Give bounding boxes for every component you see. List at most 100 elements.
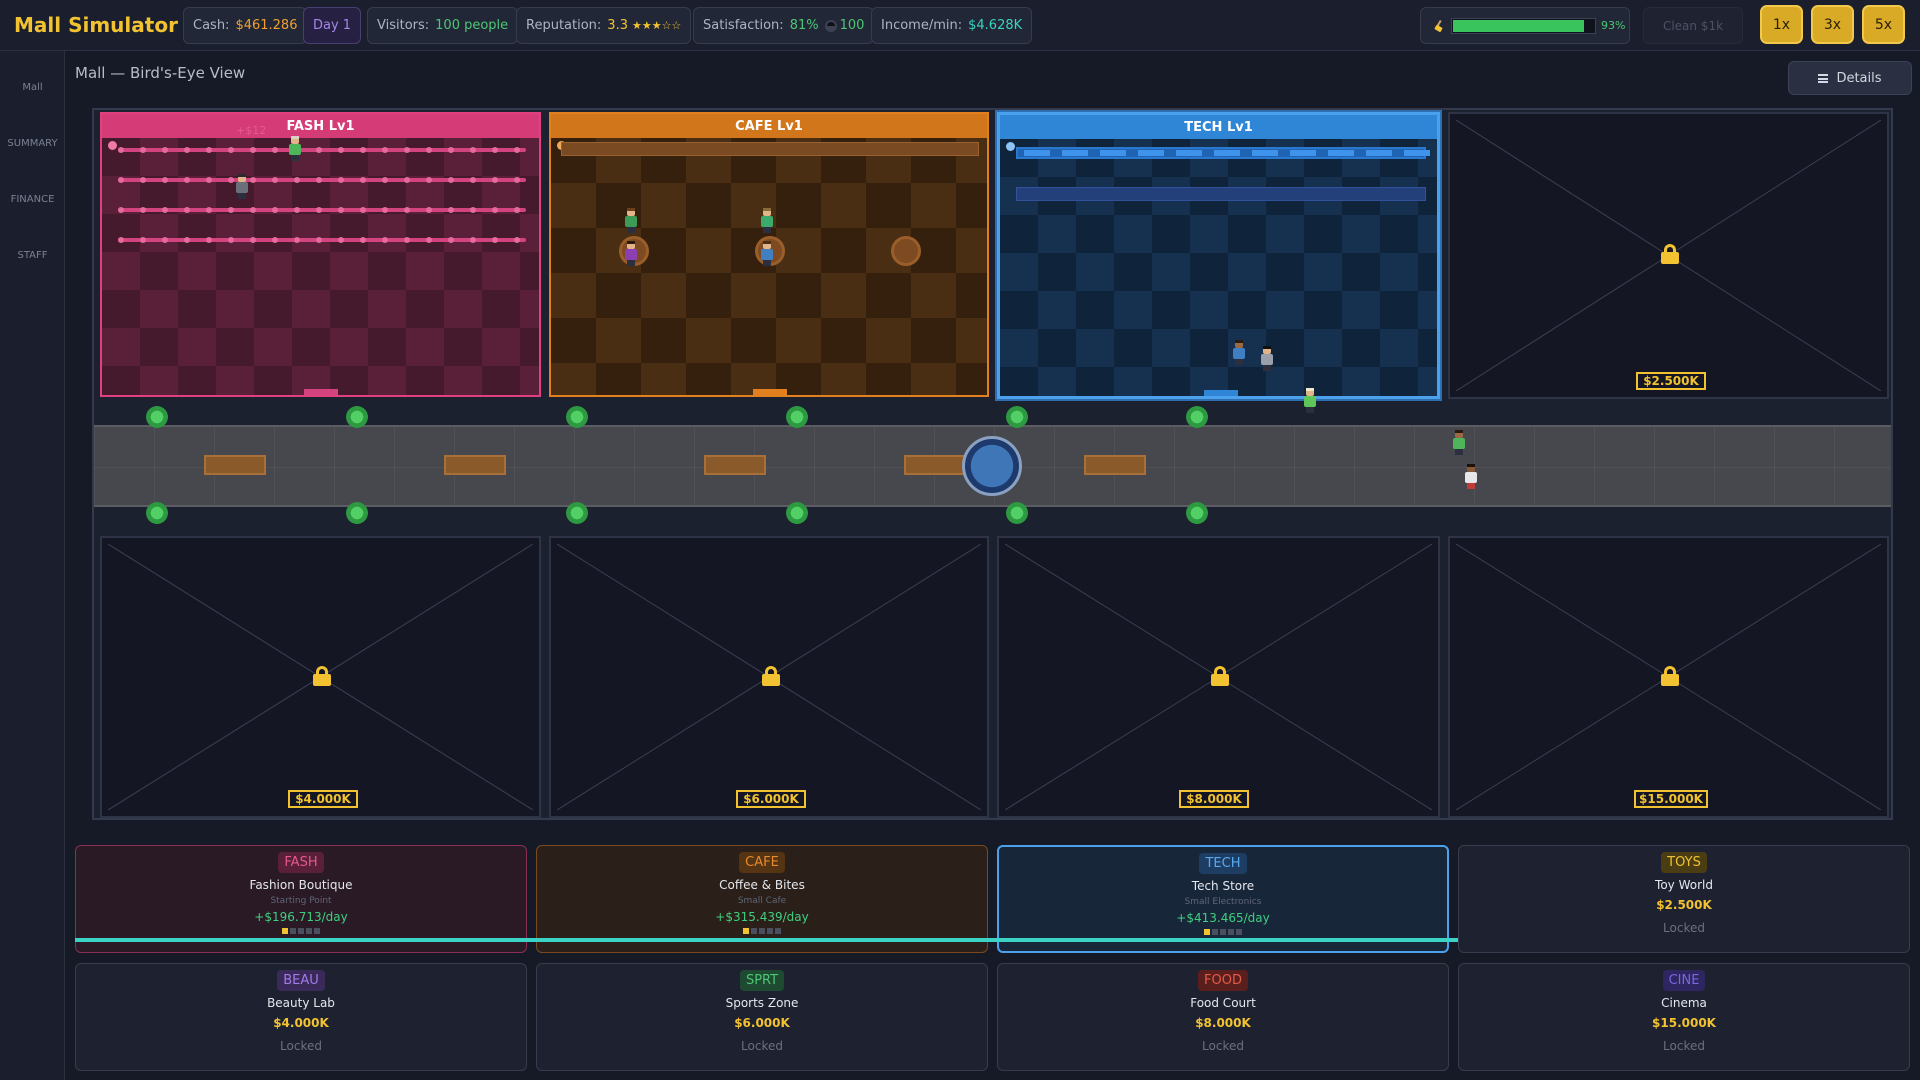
store-floor [102, 138, 539, 395]
store-cost: $6.000K [734, 1016, 790, 1030]
store-floor [1000, 139, 1437, 396]
store-card-food[interactable]: FOOD Food Court $8.000K Locked [997, 963, 1449, 1071]
store-fashion[interactable]: FASH Lv1 +$12 [100, 112, 541, 397]
store-card-cafe[interactable]: CAFE Coffee & Bites Small Cafe +$315.439… [536, 845, 988, 953]
store-header-fashion: FASH Lv1 [102, 114, 539, 138]
store-cost: $15.000K [1652, 1016, 1716, 1030]
rack-hanger [316, 177, 322, 183]
store-card-beauty[interactable]: BEAU Beauty Lab $4.000K Locked [75, 963, 527, 1071]
bench [1084, 455, 1146, 475]
bench [204, 455, 266, 475]
app-title: Mall Simulator [14, 13, 178, 37]
rack-hanger [162, 237, 168, 243]
level-pip [314, 928, 320, 934]
locked-lot-cinema[interactable]: $15.000K [1448, 536, 1889, 818]
level-pips [76, 928, 526, 934]
rack-hanger [272, 147, 278, 153]
level-pip [743, 928, 749, 934]
locked-lot-toys[interactable]: $2.500K [1448, 112, 1889, 399]
rack-hanger [382, 207, 388, 213]
reputation-value: 3.3 [607, 18, 628, 33]
rack-hanger [470, 207, 476, 213]
store-tech[interactable]: TECH Lv1 [997, 112, 1440, 399]
rack-hanger [448, 237, 454, 243]
rack-hanger [162, 177, 168, 183]
store-card-toys[interactable]: TOYS Toy World $2.500K Locked [1458, 845, 1910, 953]
rack-hanger [118, 147, 124, 153]
store-code-badge: TECH [1199, 853, 1247, 874]
rack-hanger [382, 147, 388, 153]
rack-hanger [404, 207, 410, 213]
store-code-badge: SPRT [739, 970, 785, 991]
level-pip [759, 928, 765, 934]
store-cost: $8.000K [1195, 1016, 1251, 1030]
speed-1x-button[interactable]: 1x [1760, 5, 1803, 44]
income-popup: +$12 [236, 124, 267, 137]
store-cards-progress-line [75, 938, 1458, 942]
rack-hanger [228, 177, 234, 183]
rack-hanger [250, 237, 256, 243]
store-card-sports[interactable]: SPRT Sports Zone $6.000K Locked [536, 963, 988, 1071]
store-code-badge: TOYS [1661, 852, 1707, 873]
visitor-sprite [1303, 388, 1317, 414]
rack-hanger [206, 177, 212, 183]
rack-hanger [140, 207, 146, 213]
cleanliness-percent: 93% [1601, 19, 1626, 32]
rack-hanger [294, 237, 300, 243]
visitor-sprite [288, 136, 302, 162]
rack-hanger [250, 207, 256, 213]
tech-product [1366, 150, 1392, 156]
clothing-rack [118, 147, 526, 153]
plant [346, 502, 368, 524]
store-name: Food Court [1190, 996, 1256, 1010]
store-card-fashion[interactable]: FASH Fashion Boutique Starting Point +$1… [75, 845, 527, 953]
sidebar: Mall SUMMARY FINANCE STAFF [0, 51, 65, 1080]
store-state: Locked [280, 1039, 322, 1053]
plant [146, 502, 168, 524]
store-income: +$315.439/day [715, 910, 809, 924]
sidebar-item-staff[interactable]: STAFF [0, 250, 65, 261]
visitor-sprite [624, 208, 638, 234]
rack-hanger [206, 207, 212, 213]
rack-hanger [514, 177, 520, 183]
rack-hanger [140, 177, 146, 183]
speed-5x-button[interactable]: 5x [1862, 5, 1905, 44]
sidebar-item-mall[interactable]: Mall [0, 82, 65, 93]
store-code-badge: CAFE [739, 852, 785, 873]
rack-hanger [338, 147, 344, 153]
visitors-value: 100 people [435, 18, 509, 33]
level-pip [290, 928, 296, 934]
rack-hanger [448, 177, 454, 183]
tech-product [1024, 150, 1050, 156]
visitor-sprite [1452, 430, 1466, 456]
level-pip [1220, 929, 1226, 935]
broom-icon [1435, 20, 1443, 32]
sidebar-item-summary[interactable]: SUMMARY [0, 138, 65, 149]
locked-lot-beauty[interactable]: $4.000K [100, 536, 541, 818]
tech-product [1290, 150, 1316, 156]
details-button[interactable]: Details [1788, 61, 1912, 95]
level-pip [1212, 929, 1218, 935]
level-pip [767, 928, 773, 934]
locked-lot-sports[interactable]: $6.000K [549, 536, 989, 818]
store-card-tech[interactable]: TECH Tech Store Small Electronics +$413.… [997, 845, 1449, 953]
level-pip [1228, 929, 1234, 935]
store-state: Locked [1663, 1039, 1705, 1053]
tech-shelf [1016, 147, 1430, 159]
store-card-cinema[interactable]: CINE Cinema $15.000K Locked [1458, 963, 1910, 1071]
sidebar-item-finance[interactable]: FINANCE [0, 194, 65, 205]
rack-hanger [382, 237, 388, 243]
clean-button[interactable]: Clean $1k [1643, 7, 1743, 44]
rack-hanger [448, 207, 454, 213]
tech-product [1138, 150, 1164, 156]
plant [786, 406, 808, 428]
rack-hanger [250, 177, 256, 183]
store-subtitle: Small Electronics [1184, 897, 1262, 907]
rack-hanger [514, 237, 520, 243]
clothing-rack [118, 177, 526, 183]
rack-hanger [470, 177, 476, 183]
speed-3x-button[interactable]: 3x [1811, 5, 1854, 44]
store-name: Fashion Boutique [249, 878, 353, 892]
cash-stat: Cash: $461.286 [183, 7, 308, 44]
locked-lot-food[interactable]: $8.000K [997, 536, 1440, 818]
